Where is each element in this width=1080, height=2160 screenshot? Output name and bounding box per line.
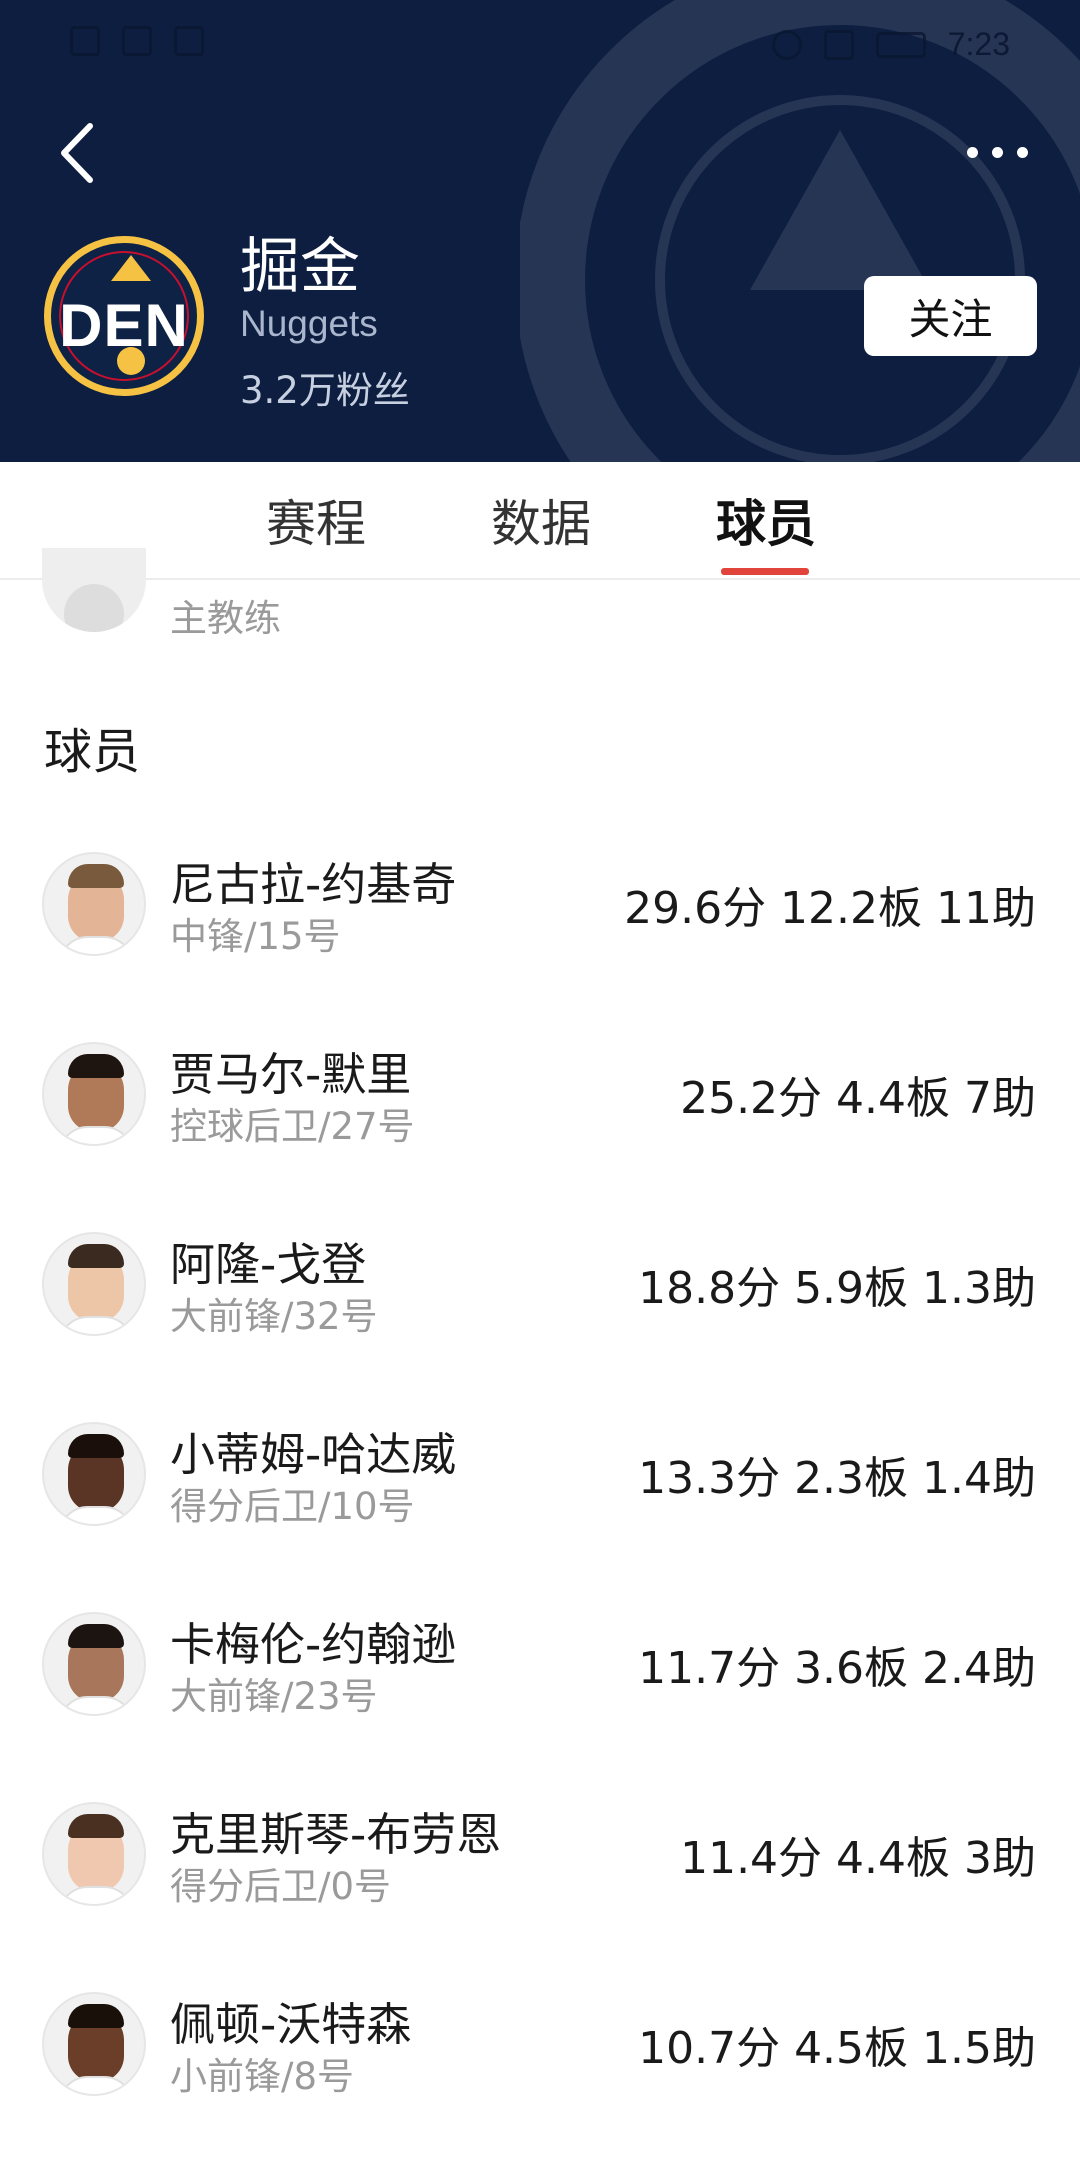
player-name: 克里斯琴-布劳恩	[170, 1808, 502, 1861]
signal-icon	[122, 26, 152, 56]
team-name-english: Nuggets	[240, 303, 378, 344]
player-position: 大前锋/32号	[170, 1295, 378, 1338]
player-name: 卡梅伦-约翰逊	[170, 1618, 457, 1671]
tab-players[interactable]: 球员	[716, 484, 816, 556]
player-stats: 10.7分 4.5板 1.5助	[638, 2023, 1036, 2074]
player-position: 得分后卫/0号	[170, 1865, 392, 1908]
more-dots-icon	[966, 146, 978, 158]
player-avatar	[42, 1802, 146, 1906]
player-stats: 11.4分 4.4板 3助	[680, 1833, 1036, 1884]
player-stats: 13.3分 2.3板 1.4助	[638, 1453, 1036, 1504]
player-row[interactable]: 尼古拉-约基奇 中锋/15号 29.6分 12.2板 11助	[0, 842, 1080, 992]
mute-icon	[823, 29, 854, 60]
tab-bar: 赛程 数据 球员	[0, 462, 1080, 580]
more-button[interactable]	[962, 132, 1032, 172]
player-name: 贾马尔-默里	[170, 1048, 412, 1101]
player-row[interactable]: 贾马尔-默里 控球后卫/27号 25.2分 4.4板 7助	[0, 1032, 1080, 1182]
player-stats: 18.8分 5.9板 1.3助	[638, 1263, 1036, 1314]
back-button[interactable]	[50, 118, 110, 188]
basketball-icon	[117, 347, 145, 375]
player-position: 中锋/15号	[170, 915, 341, 958]
team-logo: DEN	[44, 236, 204, 396]
player-position: 大前锋/23号	[170, 1675, 378, 1718]
coach-role: 主教练	[170, 597, 281, 640]
more-dots-icon	[991, 146, 1003, 158]
mountain-icon	[111, 255, 151, 281]
sim-icon	[70, 26, 100, 56]
player-avatar	[42, 852, 146, 956]
player-position: 控球后卫/27号	[170, 1105, 415, 1148]
player-position: 小前锋/8号	[170, 2055, 355, 2098]
status-time: 7:23	[947, 26, 1010, 62]
player-row[interactable]: 克里斯琴-布劳恩 得分后卫/0号 11.4分 4.4板 3助	[0, 1792, 1080, 1942]
player-name: 阿隆-戈登	[170, 1238, 367, 1291]
player-avatar	[42, 1232, 146, 1336]
battery-icon	[875, 31, 926, 58]
tab-schedule[interactable]: 赛程	[266, 484, 366, 556]
fan-count: 3.2万粉丝	[240, 369, 410, 412]
eye-icon	[771, 29, 802, 60]
player-name: 佩顿-沃特森	[170, 1998, 412, 2051]
player-stats: 29.6分 12.2板 11助	[624, 883, 1036, 934]
more-dots-icon	[1016, 146, 1028, 158]
coach-avatar[interactable]	[42, 548, 146, 632]
player-avatar	[42, 1992, 146, 2096]
player-stats: 11.7分 3.6板 2.4助	[638, 1643, 1036, 1694]
player-avatar	[42, 1612, 146, 1716]
player-row[interactable]: 佩顿-沃特森 小前锋/8号 10.7分 4.5板 1.5助	[0, 1982, 1080, 2132]
player-row[interactable]: 小蒂姆-哈达威 得分后卫/10号 13.3分 2.3板 1.4助	[0, 1412, 1080, 1562]
player-name: 尼古拉-约基奇	[170, 858, 457, 911]
player-position: 得分后卫/10号	[170, 1485, 415, 1528]
status-bar: 7:23	[0, 22, 1080, 72]
follow-button[interactable]: 关注	[864, 276, 1037, 356]
team-name: 掘金	[240, 232, 360, 302]
chevron-left-icon	[61, 123, 93, 183]
player-avatar	[42, 1422, 146, 1526]
player-avatar	[42, 1042, 146, 1146]
section-title: 球员	[44, 724, 141, 780]
active-tab-indicator	[721, 568, 809, 575]
wifi-icon	[174, 26, 204, 56]
player-name: 小蒂姆-哈达威	[170, 1428, 457, 1481]
team-header: 7:23 DEN 掘金 Nuggets 3.2万粉丝 关注	[0, 0, 1080, 462]
tab-stats[interactable]: 数据	[491, 484, 591, 556]
player-row[interactable]: 卡梅伦-约翰逊 大前锋/23号 11.7分 3.6板 2.4助	[0, 1602, 1080, 1752]
player-row[interactable]: 阿隆-戈登 大前锋/32号 18.8分 5.9板 1.3助	[0, 1222, 1080, 1372]
player-stats: 25.2分 4.4板 7助	[680, 1073, 1036, 1124]
